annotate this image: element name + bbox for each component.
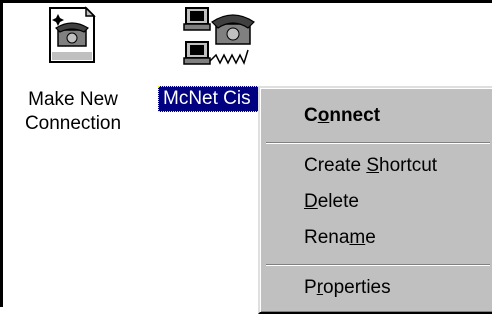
- menu-item-properties-label: P: [304, 277, 317, 298]
- menu-item-create-shortcut-accel: S: [366, 155, 379, 176]
- menu-item-connect-label: C: [304, 105, 318, 126]
- menu-item-connect-accel: o: [317, 105, 330, 126]
- menu-item-rename-label: Rena: [304, 227, 350, 248]
- menu-item-connect[interactable]: Connect: [270, 100, 492, 132]
- dialup-network-icon: [182, 6, 258, 76]
- menu-item-connect-label-rest: nnect: [329, 105, 381, 126]
- menu-separator: [266, 142, 490, 144]
- menu-item-delete-accel: D: [304, 191, 318, 212]
- menu-item-rename[interactable]: Rename: [270, 222, 492, 254]
- menu-item-create-shortcut-label: Create: [304, 155, 367, 176]
- menu-item-create-shortcut[interactable]: Create Shortcut: [270, 150, 492, 182]
- menu-item-rename-accel: m: [349, 227, 366, 248]
- menu-item-properties[interactable]: Properties: [270, 272, 492, 304]
- menu-item-delete-label-rest: elete: [317, 191, 359, 212]
- make-new-connection-item[interactable]: Make New Connection: [10, 6, 136, 138]
- menu-item-properties-label-rest: operties: [323, 277, 391, 298]
- menu-separator: [266, 264, 490, 266]
- make-new-connection-label-line2: Connection: [24, 113, 122, 134]
- menu-item-rename-label-rest: e: [365, 227, 376, 248]
- make-new-connection-icon: [46, 6, 98, 66]
- context-menu: Connect Create Shortcut Delete Rename Pr…: [258, 86, 492, 314]
- make-new-connection-label-line1: Make New: [28, 89, 118, 110]
- menu-item-delete[interactable]: Delete: [270, 186, 492, 218]
- menu-item-create-shortcut-label-rest: hortcut: [379, 155, 438, 176]
